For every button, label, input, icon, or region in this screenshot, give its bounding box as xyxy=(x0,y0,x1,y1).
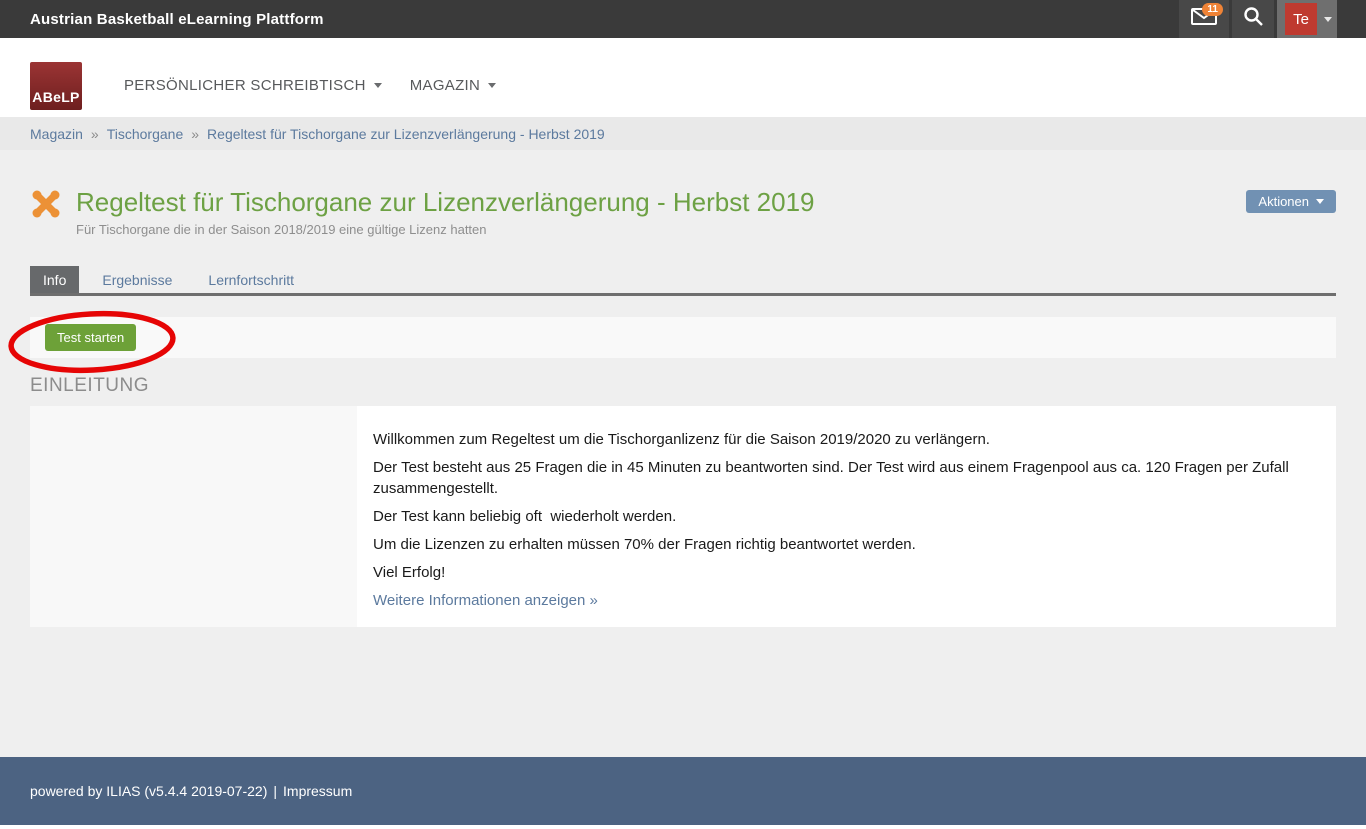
tab-ergebnisse[interactable]: Ergebnisse xyxy=(89,266,185,293)
mail-badge: 11 xyxy=(1202,3,1223,16)
user-avatar: Te xyxy=(1285,3,1317,35)
start-test-button[interactable]: Test starten xyxy=(45,324,136,351)
introduction-panel: Willkommen zum Regeltest um die Tischorg… xyxy=(30,406,1336,627)
logo[interactable]: ABeLP xyxy=(30,62,82,110)
impressum-link[interactable]: Impressum xyxy=(283,783,352,799)
chevron-down-icon xyxy=(374,83,382,88)
intro-paragraph: Um die Lizenzen zu erhalten müssen 70% d… xyxy=(373,534,1320,555)
breadcrumb-link-current[interactable]: Regeltest für Tischorgane zur Lizenzverl… xyxy=(207,126,605,142)
breadcrumb-link-tischorgane[interactable]: Tischorgane xyxy=(107,126,184,142)
tab-bar: Info Ergebnisse Lernfortschritt xyxy=(30,266,1336,296)
top-bar: Austrian Basketball eLearning Plattform … xyxy=(0,0,1366,38)
more-information-link[interactable]: Weitere Informationen anzeigen » xyxy=(373,590,598,611)
nav-item-label: MAGAZIN xyxy=(410,77,480,94)
chevron-down-icon xyxy=(488,83,496,88)
tab-lernfortschritt[interactable]: Lernfortschritt xyxy=(195,266,307,293)
page-title: Regeltest für Tischorgane zur Lizenzverl… xyxy=(76,185,815,219)
nav-item-label: PERSÖNLICHER SCHREIBTISCH xyxy=(124,77,366,94)
tab-info[interactable]: Info xyxy=(30,266,79,293)
toolbar: Test starten xyxy=(30,317,1336,358)
actions-button-label: Aktionen xyxy=(1258,194,1309,209)
actions-button[interactable]: Aktionen xyxy=(1246,190,1336,213)
section-heading-einleitung: EINLEITUNG xyxy=(30,375,1336,397)
panel-content: Willkommen zum Regeltest um die Tischorg… xyxy=(357,406,1336,627)
footer-separator: | xyxy=(273,783,277,799)
main-nav: PERSÖNLICHER SCHREIBTISCH MAGAZIN xyxy=(110,77,510,117)
chevron-down-icon xyxy=(1316,199,1324,204)
main-header: ABeLP PERSÖNLICHER SCHREIBTISCH MAGAZIN xyxy=(0,38,1366,117)
powered-by-link[interactable]: powered by ILIAS (v5.4.4 2019-07-22) xyxy=(30,783,267,799)
search-icon xyxy=(1243,6,1264,32)
platform-title: Austrian Basketball eLearning Plattform xyxy=(0,11,324,28)
topbar-spacer xyxy=(1337,0,1366,38)
breadcrumb: Magazin » Tischorgane » Regeltest für Ti… xyxy=(0,117,1366,150)
breadcrumb-link-magazin[interactable]: Magazin xyxy=(30,126,83,142)
nav-item-magazin[interactable]: MAGAZIN xyxy=(396,77,510,117)
chevron-down-icon xyxy=(1324,17,1332,22)
page-title-row: Regeltest für Tischorgane zur Lizenzverl… xyxy=(30,150,1336,220)
nav-item-personal-desktop[interactable]: PERSÖNLICHER SCHREIBTISCH xyxy=(110,77,396,117)
page-footer: powered by ILIAS (v5.4.4 2019-07-22) | I… xyxy=(0,757,1366,825)
footer-bottom-strip xyxy=(0,825,1366,829)
logo-text: ABeLP xyxy=(32,89,79,110)
user-menu-button[interactable]: Te xyxy=(1277,0,1337,38)
intro-paragraph: Viel Erfolg! xyxy=(373,562,1320,583)
intro-paragraph: Der Test besteht aus 25 Fragen die in 45… xyxy=(373,457,1320,499)
panel-label-column xyxy=(30,406,357,627)
search-button[interactable] xyxy=(1232,0,1274,38)
breadcrumb-separator: » xyxy=(191,126,199,142)
page-subtitle: Für Tischorgane die in der Saison 2018/2… xyxy=(76,222,1336,237)
breadcrumb-separator: » xyxy=(91,126,99,142)
intro-paragraph: Der Test kann beliebig oft wiederholt we… xyxy=(373,506,1320,527)
main-content: Regeltest für Tischorgane zur Lizenzverl… xyxy=(0,150,1366,627)
test-puzzle-icon xyxy=(30,188,62,220)
intro-paragraph: Willkommen zum Regeltest um die Tischorg… xyxy=(373,429,1320,450)
mail-button[interactable]: 11 xyxy=(1179,0,1229,38)
top-bar-actions: 11 Te xyxy=(1179,0,1366,38)
